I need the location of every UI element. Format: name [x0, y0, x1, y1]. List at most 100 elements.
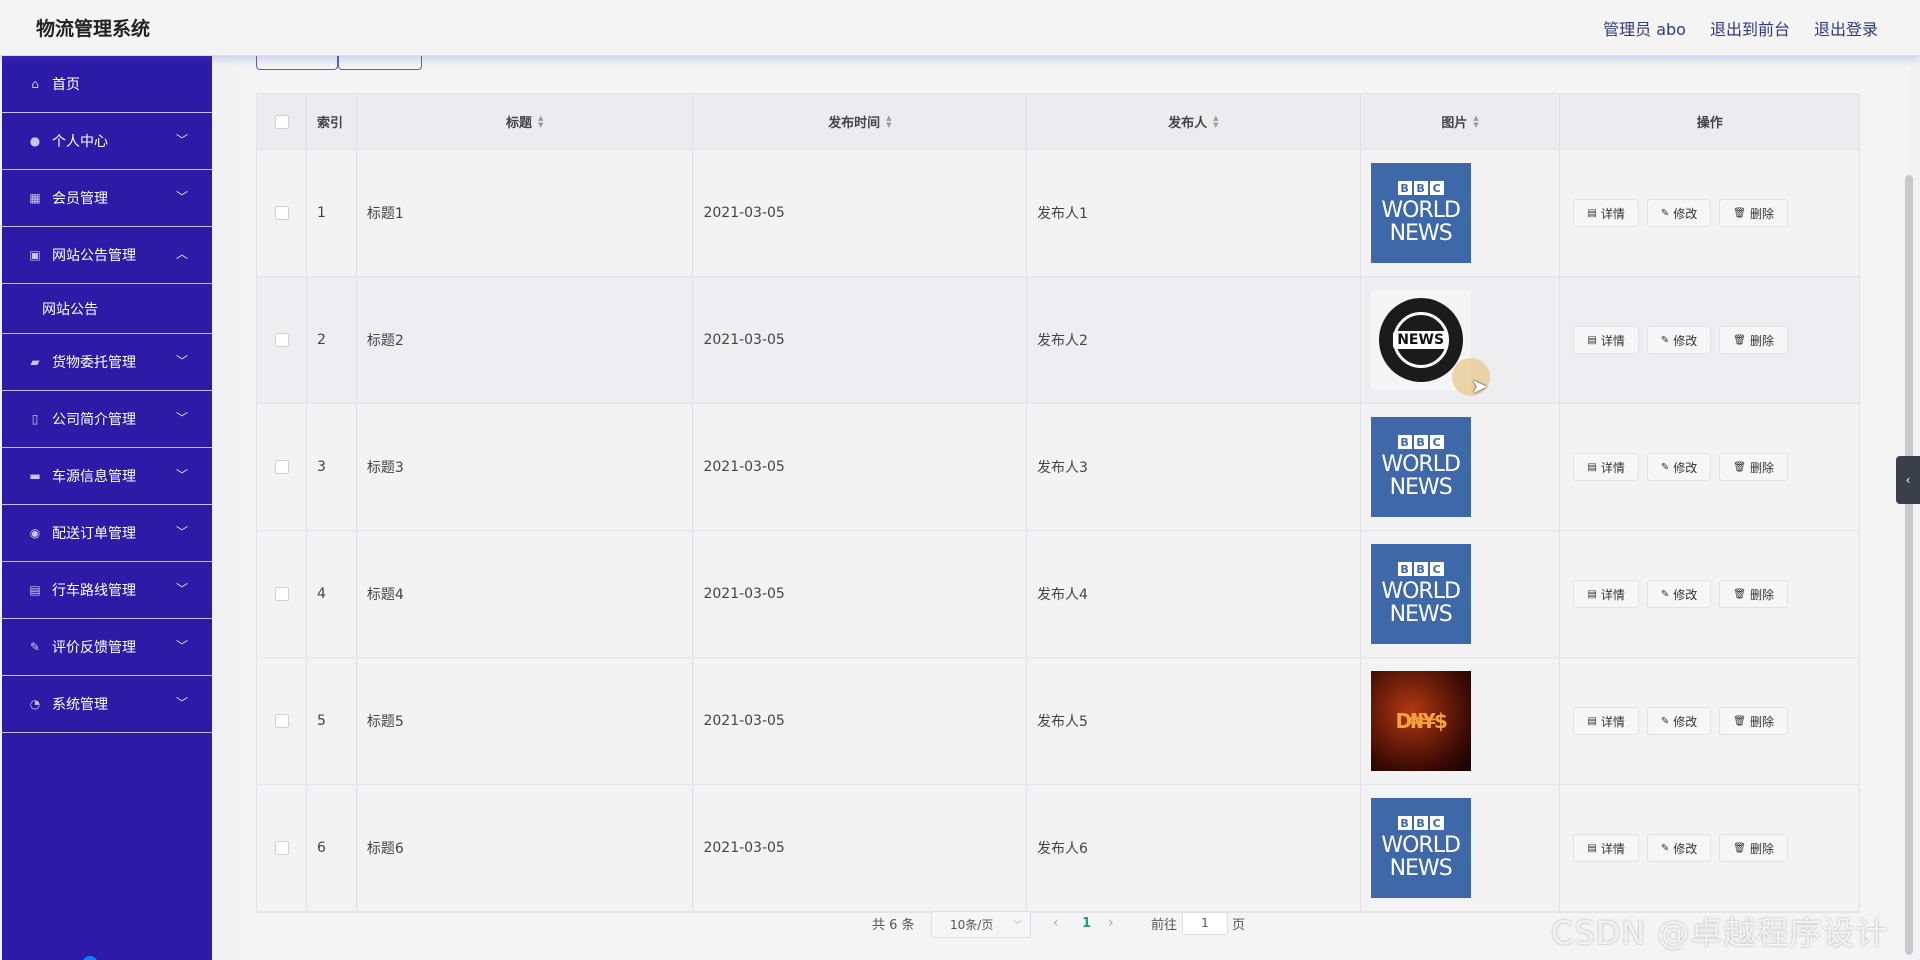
trash-icon: 🗑 [1733, 461, 1746, 473]
sidebar-item-5[interactable]: ▰ 货物委托管理 ﹀ [2, 334, 212, 391]
row-time: 2021-03-05 [703, 205, 785, 221]
pencil-icon: ✎ [1660, 334, 1670, 346]
sidebar-item-6[interactable]: ▯ 公司简介管理 ﹀ [2, 391, 212, 448]
col-header-time[interactable]: 发布时间 ▲ ▼ [693, 94, 1028, 149]
row-checkbox[interactable] [275, 460, 289, 474]
page-size-select[interactable]: 10条/页 ﹀ [931, 911, 1031, 938]
edit-button[interactable]: ✎ 修改 [1646, 707, 1712, 735]
row-title: 标题2 [366, 333, 404, 349]
delete-button[interactable]: 🗑 删除 [1719, 199, 1788, 227]
page-scrollbar[interactable] [1905, 175, 1913, 955]
sidebar-item-2[interactable]: ▦ 会员管理 ﹀ [2, 170, 212, 227]
sidebar-item-label: 会员管理 [52, 191, 108, 207]
delete-button[interactable]: 🗑 删除 [1719, 707, 1788, 735]
row-time: 2021-03-05 [703, 459, 785, 475]
sidebar-item-1[interactable]: ● 个人中心 ﹀ [2, 113, 212, 170]
mouse-cursor-icon: ➤ [1471, 374, 1488, 398]
edit-icon: ✎ [29, 640, 41, 654]
page-number-current[interactable]: 1 [1082, 916, 1091, 931]
goto-suffix: 页 [1232, 917, 1246, 933]
delete-button[interactable]: 🗑 删除 [1719, 326, 1788, 354]
news-thumbnail[interactable]: B B C WORLD NEWS [1370, 417, 1471, 517]
row-index: 2 [316, 332, 326, 348]
row-checkbox[interactable] [275, 206, 289, 220]
table-row: 5 标题5 2021-03-05 发布人5 D₦¥$ ▤ 详情 ✎ 修改 🗑 删除 [257, 658, 1859, 785]
detail-button[interactable]: ▤ 详情 [1573, 834, 1639, 862]
top-bar: 物流管理系统 管理员 abo 退出到前台 退出登录 [0, 0, 1920, 56]
sidebar-subitem-notice[interactable]: 网站公告 [2, 284, 212, 334]
edit-button[interactable]: ✎ 修改 [1646, 453, 1712, 481]
col-header-publisher[interactable]: 发布人 ▲ ▼ [1027, 94, 1361, 149]
edit-button[interactable]: ✎ 修改 [1646, 199, 1712, 227]
logout-link[interactable]: 退出登录 [1814, 16, 1878, 40]
row-time: 2021-03-05 [703, 332, 785, 348]
sidebar-item-11[interactable]: ◔ 系统管理 ﹀ [2, 676, 212, 733]
row-title: 标题5 [366, 714, 404, 730]
edit-button[interactable]: ✎ 修改 [1646, 326, 1712, 354]
select-all-checkbox[interactable] [275, 114, 289, 129]
table-row: 2 标题2 2021-03-05 发布人2 NEWS ▤ 详情 ✎ 修改 🗑 删除 [257, 277, 1859, 404]
col-header-actions: 操作 [1696, 116, 1723, 131]
exit-to-front-link[interactable]: 退出到前台 [1710, 16, 1790, 40]
goto-label: 前往 [1151, 917, 1178, 933]
table-header: 索引 标题 ▲ ▼ 发布时间 ▲ ▼ 发布人 ▲ ▼ 图片 ▲ ▼ 操作 [257, 94, 1859, 150]
detail-button[interactable]: ▤ 详情 [1573, 199, 1639, 227]
row-checkbox[interactable] [275, 587, 289, 601]
pencil-icon: ✎ [1660, 588, 1670, 600]
sidebar-item-label: 系统管理 [52, 697, 108, 713]
chevron-down-icon: ﹀ [175, 353, 188, 368]
news-thumbnail[interactable]: B B C WORLD NEWS [1370, 798, 1471, 898]
goto-page-input[interactable]: 1 [1182, 912, 1228, 935]
col-header-title[interactable]: 标题 ▲ ▼ [357, 94, 694, 149]
edit-button[interactable]: ✎ 修改 [1646, 834, 1712, 862]
news-thumbnail[interactable]: B B C WORLD NEWS [1370, 163, 1471, 263]
sidebar-item-label: 车源信息管理 [52, 469, 136, 485]
row-checkbox[interactable] [275, 841, 289, 855]
sidebar-item-label: 行车路线管理 [52, 583, 136, 599]
document-icon: ▤ [1587, 715, 1597, 727]
sort-icon[interactable]: ▲ ▼ [886, 114, 891, 129]
edit-button[interactable]: ✎ 修改 [1646, 580, 1712, 608]
chevron-down-icon: ﹀ [175, 695, 188, 710]
detail-button[interactable]: ▤ 详情 [1573, 707, 1639, 735]
news-thumbnail[interactable]: D₦¥$ [1370, 671, 1471, 771]
sort-icon[interactable]: ▲ ▼ [538, 114, 543, 129]
sidebar-item-7[interactable]: ▬ 车源信息管理 ﹀ [2, 448, 212, 505]
document-icon: ▤ [1587, 842, 1597, 854]
admin-user-link[interactable]: 管理员 abo [1603, 16, 1686, 40]
col-header-image[interactable]: 图片 ▲ ▼ [1361, 94, 1561, 149]
sidebar-item-8[interactable]: ◉ 配送订单管理 ﹀ [2, 505, 212, 562]
sidebar-item-9[interactable]: ▤ 行车路线管理 ﹀ [2, 562, 212, 619]
row-publisher: 发布人5 [1037, 714, 1088, 730]
news-thumbnail[interactable]: B B C WORLD NEWS [1370, 544, 1471, 644]
clipboard-icon: ▤ [29, 583, 41, 597]
row-publisher: 发布人2 [1037, 333, 1088, 349]
detail-button[interactable]: ▤ 详情 [1573, 580, 1639, 608]
detail-button[interactable]: ▤ 详情 [1573, 453, 1639, 481]
delete-button[interactable]: 🗑 删除 [1719, 834, 1788, 862]
table-row: 1 标题1 2021-03-05 发布人1 B B C WORLD NEWS ▤ 详情 ✎ 修改 🗑 删除 [257, 150, 1859, 277]
sidebar-item-0[interactable]: ⌂ 首页 [2, 56, 212, 113]
trash-icon: 🗑 [1733, 588, 1746, 600]
delete-button[interactable]: 🗑 删除 [1719, 453, 1788, 481]
row-checkbox[interactable] [275, 714, 289, 728]
collapse-tab[interactable]: ‹ [1896, 456, 1920, 504]
next-page-button[interactable]: › [1108, 915, 1114, 931]
row-index: 5 [316, 713, 326, 729]
prev-page-button[interactable]: ‹ [1053, 915, 1059, 931]
row-checkbox[interactable] [275, 333, 289, 347]
phone-icon: ▯ [31, 412, 39, 426]
detail-button[interactable]: ▤ 详情 [1573, 326, 1639, 354]
briefcase-icon: ▣ [29, 248, 41, 262]
sort-icon[interactable]: ▲ ▼ [1473, 114, 1478, 129]
document-icon: ▤ [1587, 334, 1597, 346]
delete-button[interactable]: 🗑 删除 [1719, 580, 1788, 608]
sort-icon[interactable]: ▲ ▼ [1213, 114, 1218, 129]
truck-icon: ▰ [30, 355, 40, 369]
sidebar-item-10[interactable]: ✎ 评价反馈管理 ﹀ [2, 619, 212, 676]
sidebar-item-label: 个人中心 [52, 134, 108, 150]
sidebar-item-3[interactable]: ▣ 网站公告管理 ︿ [2, 227, 212, 284]
sidebar: ⌂ 首页 ● 个人中心 ﹀ ▦ 会员管理 ﹀ ▣ 网站公告管理 ︿ 网站公告 ▰ 货物委托管理 ﹀ ▯ 公司简介… [2, 56, 212, 960]
pencil-icon: ✎ [1660, 461, 1670, 473]
table-row: 4 标题4 2021-03-05 发布人4 B B C WORLD NEWS ▤ 详情 ✎ 修改 🗑 删除 [257, 531, 1859, 658]
